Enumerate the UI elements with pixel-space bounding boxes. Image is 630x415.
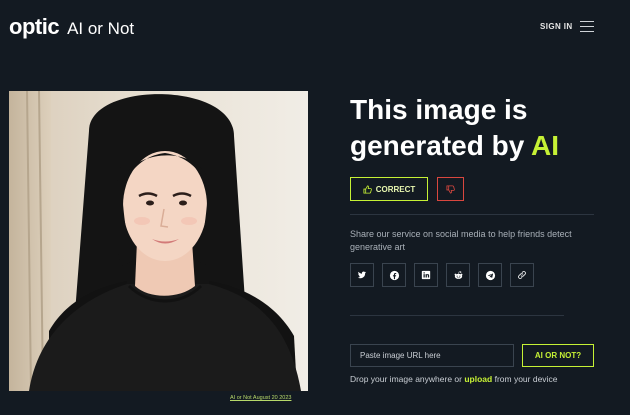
- site-header: optic AI or Not SIGN IN: [0, 0, 630, 56]
- headline-highlight: AI: [531, 130, 560, 161]
- headline-text: This image is generated by: [350, 94, 528, 161]
- share-linkedin-button[interactable]: [414, 263, 438, 287]
- logo[interactable]: optic AI or Not: [9, 14, 134, 40]
- link-icon: [518, 271, 526, 279]
- divider: [350, 214, 594, 215]
- share-twitter-button[interactable]: [350, 263, 374, 287]
- telegram-icon: [485, 270, 495, 280]
- image-caption-link[interactable]: AI or Not August 20 2023: [230, 395, 291, 401]
- linkedin-icon: [421, 270, 431, 280]
- ai-or-not-submit-button[interactable]: AI OR NOT?: [522, 344, 594, 367]
- correct-button[interactable]: CORRECT: [350, 177, 428, 201]
- logo-product: AI or Not: [67, 19, 135, 38]
- divider: [350, 315, 564, 316]
- hamburger-menu-icon[interactable]: [580, 21, 594, 32]
- share-reddit-button[interactable]: [446, 263, 470, 287]
- share-telegram-button[interactable]: [478, 263, 502, 287]
- drop-suffix: from your device: [494, 374, 558, 384]
- logo-brand: optic: [9, 14, 60, 39]
- share-facebook-button[interactable]: [382, 263, 406, 287]
- upload-link[interactable]: upload: [464, 374, 492, 384]
- drop-prefix: Drop your image anywhere or: [350, 374, 462, 384]
- copy-link-button[interactable]: [510, 263, 534, 287]
- drop-instructions: Drop your image anywhere or upload from …: [350, 374, 557, 384]
- thumbs-down-icon: [446, 184, 455, 194]
- thumbs-up-icon: [363, 184, 372, 194]
- result-headline: This image is generated by AI: [350, 92, 620, 164]
- sign-in-link[interactable]: SIGN IN: [540, 22, 573, 31]
- facebook-icon: [389, 270, 399, 280]
- incorrect-button[interactable]: [437, 177, 464, 201]
- reddit-icon: [454, 270, 462, 279]
- share-description: Share our service on social media to hel…: [350, 229, 572, 252]
- image-url-input[interactable]: [350, 344, 514, 367]
- analyzed-image: [9, 91, 308, 391]
- twitter-icon: [357, 271, 367, 279]
- correct-label: CORRECT: [375, 184, 416, 194]
- social-share-row: [350, 263, 534, 287]
